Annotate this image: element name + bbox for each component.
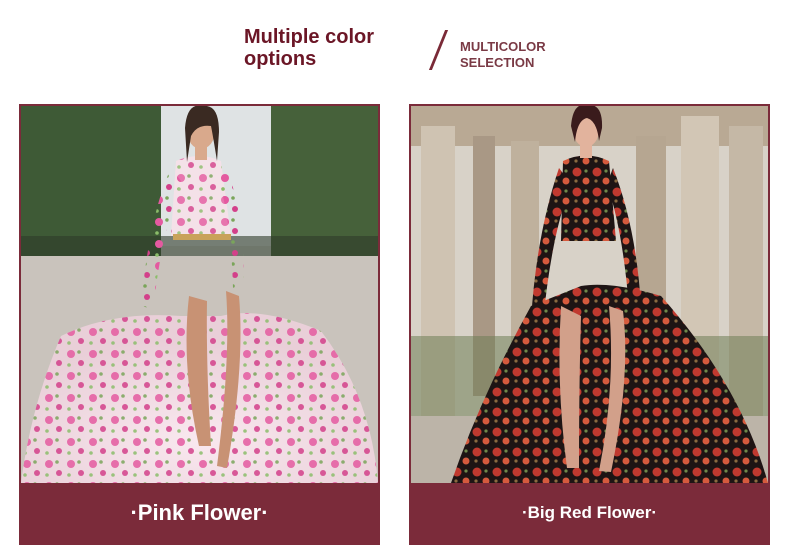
slash-divider [428, 30, 449, 70]
pink-flower-dress-photo [21, 106, 378, 483]
option-label-big-red-flower: ·Big Red Flower· [411, 483, 768, 543]
section-title: Multiple color options [244, 26, 374, 70]
color-option-pink-flower[interactable]: ·Pink Flower· [19, 104, 380, 545]
product-color-options-page: Multiple color options MULTICOLOR SELECT… [0, 0, 790, 558]
section-subtitle: MULTICOLOR SELECTION [460, 39, 546, 70]
big-red-flower-dress-photo [411, 106, 768, 483]
color-option-big-red-flower[interactable]: ·Big Red Flower· [409, 104, 770, 545]
option-label-pink-flower: ·Pink Flower· [21, 483, 378, 543]
